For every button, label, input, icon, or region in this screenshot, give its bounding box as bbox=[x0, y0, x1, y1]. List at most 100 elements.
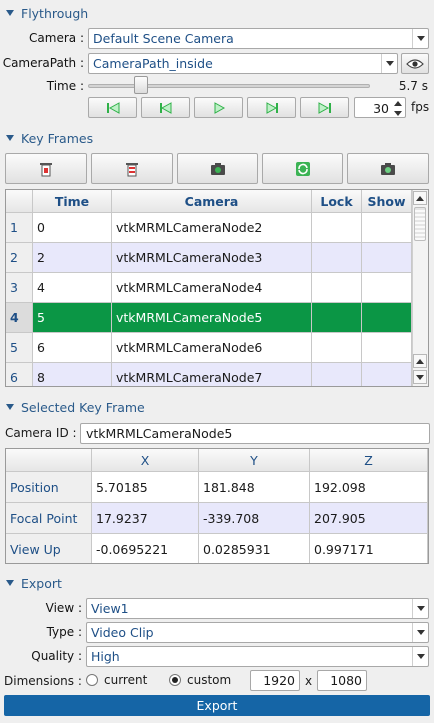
add-keyframe-button[interactable] bbox=[177, 153, 258, 184]
row-number[interactable]: 5 bbox=[6, 333, 33, 363]
radio-current[interactable]: current bbox=[86, 673, 147, 687]
show-cell[interactable] bbox=[362, 213, 412, 243]
fps-value: 30 bbox=[373, 101, 389, 116]
column-header-z[interactable]: Z bbox=[310, 449, 428, 472]
lock-cell[interactable] bbox=[312, 303, 362, 333]
fps-spinbox[interactable]: 30 bbox=[354, 97, 406, 118]
camera-cell[interactable]: vtkMRMLCameraNode3 bbox=[112, 243, 312, 273]
row-label: Position bbox=[6, 472, 92, 503]
radio-custom-indicator[interactable] bbox=[169, 674, 181, 686]
time-slider-handle[interactable] bbox=[133, 76, 148, 94]
x-cell[interactable]: -0.0695221 bbox=[92, 534, 199, 563]
play-button[interactable] bbox=[194, 97, 243, 118]
show-cell[interactable] bbox=[362, 363, 412, 386]
y-cell[interactable]: 0.0285931 bbox=[199, 534, 310, 563]
export-section-header[interactable]: Export bbox=[4, 575, 62, 591]
x-cell[interactable]: 17.9237 bbox=[92, 503, 199, 534]
delete-all-keyframes-icon bbox=[126, 162, 138, 176]
spin-down-icon[interactable] bbox=[391, 108, 405, 118]
delete-all-keyframes-button[interactable] bbox=[91, 153, 173, 184]
view-select[interactable]: View1 bbox=[86, 598, 429, 619]
type-select[interactable]: Video Clip bbox=[86, 622, 429, 643]
radio-custom-label: custom bbox=[187, 673, 232, 687]
lock-cell[interactable] bbox=[312, 213, 362, 243]
chevron-down-icon bbox=[412, 599, 428, 618]
time-cell[interactable]: 0 bbox=[33, 213, 112, 243]
spin-up-icon[interactable] bbox=[391, 98, 405, 108]
y-cell[interactable]: 181.848 bbox=[199, 472, 310, 503]
camera-id-label: Camera ID : bbox=[5, 426, 77, 440]
row-number[interactable]: 6 bbox=[6, 363, 33, 386]
time-cell[interactable]: 2 bbox=[33, 243, 112, 273]
quality-select[interactable]: High bbox=[86, 646, 429, 667]
time-label: Time : bbox=[46, 79, 84, 93]
column-header-show[interactable]: Show bbox=[362, 190, 412, 213]
column-header-lock[interactable]: Lock bbox=[312, 190, 362, 213]
update-keyframe-button[interactable] bbox=[262, 153, 343, 184]
camera-id-field[interactable]: vtkMRMLCameraNode5 bbox=[80, 423, 430, 444]
height-field[interactable]: 1080 bbox=[317, 670, 367, 691]
update-keyframe-icon bbox=[295, 161, 310, 176]
export-button[interactable]: Export bbox=[4, 695, 430, 716]
collapse-arrow-icon bbox=[6, 10, 14, 16]
snapshot-camera-icon bbox=[381, 162, 395, 175]
selected-keyframe-section-header[interactable]: Selected Key Frame bbox=[4, 399, 145, 415]
collapse-arrow-icon bbox=[6, 580, 14, 586]
camera-cell[interactable]: vtkMRMLCameraNode6 bbox=[112, 333, 312, 363]
z-cell[interactable]: 192.098 bbox=[310, 472, 428, 503]
flythrough-header-label: Flythrough bbox=[21, 5, 89, 21]
column-header-x[interactable]: X bbox=[92, 449, 199, 472]
flythrough-section-header[interactable]: Flythrough bbox=[4, 5, 88, 21]
row-number[interactable]: 3 bbox=[6, 273, 33, 303]
y-cell[interactable]: -339.708 bbox=[199, 503, 310, 534]
camera-select[interactable]: Default Scene Camera bbox=[88, 28, 429, 49]
time-cell[interactable]: 5 bbox=[33, 303, 112, 333]
skip-to-start-button[interactable] bbox=[88, 97, 137, 118]
radio-custom[interactable]: custom bbox=[169, 673, 231, 687]
camera-cell[interactable]: vtkMRMLCameraNode4 bbox=[112, 273, 312, 303]
time-cell[interactable]: 4 bbox=[33, 273, 112, 303]
delete-keyframe-button[interactable] bbox=[5, 153, 87, 184]
visibility-toggle-button[interactable] bbox=[401, 53, 429, 74]
keyframes-scrollbar[interactable] bbox=[412, 190, 428, 386]
keyframes-section-header[interactable]: Key Frames bbox=[4, 130, 93, 146]
z-cell[interactable]: 0.997171 bbox=[310, 534, 428, 563]
step-forward-button[interactable] bbox=[247, 97, 296, 118]
scroll-up-icon[interactable] bbox=[413, 191, 427, 205]
show-cell[interactable] bbox=[362, 333, 412, 363]
column-header-camera[interactable]: Camera bbox=[112, 190, 312, 213]
x-cell[interactable]: 5.70185 bbox=[92, 472, 199, 503]
row-number[interactable]: 2 bbox=[6, 243, 33, 273]
time-slider-track[interactable] bbox=[88, 84, 370, 88]
row-number[interactable]: 1 bbox=[6, 213, 33, 243]
show-cell[interactable] bbox=[362, 273, 412, 303]
lock-cell[interactable] bbox=[312, 333, 362, 363]
time-cell[interactable]: 8 bbox=[33, 363, 112, 386]
keyframes-header-label: Key Frames bbox=[21, 130, 94, 146]
snapshot-camera-button[interactable] bbox=[347, 153, 429, 184]
collapse-arrow-icon bbox=[6, 135, 14, 141]
lock-cell[interactable] bbox=[312, 243, 362, 273]
show-cell[interactable] bbox=[362, 303, 412, 333]
camera-cell[interactable]: vtkMRMLCameraNode5 bbox=[112, 303, 312, 333]
lock-cell[interactable] bbox=[312, 273, 362, 303]
camera-cell[interactable]: vtkMRMLCameraNode7 bbox=[112, 363, 312, 386]
skip-to-end-button[interactable] bbox=[300, 97, 349, 118]
radio-current-indicator[interactable] bbox=[86, 674, 98, 686]
z-cell[interactable]: 207.905 bbox=[310, 503, 428, 534]
scroll-down-icon[interactable] bbox=[413, 370, 427, 384]
lock-cell[interactable] bbox=[312, 363, 362, 386]
camera-cell[interactable]: vtkMRMLCameraNode2 bbox=[112, 213, 312, 243]
camerapath-select[interactable]: CameraPath_inside bbox=[88, 53, 398, 74]
view-select-value: View1 bbox=[91, 601, 129, 616]
step-back-button[interactable] bbox=[141, 97, 190, 118]
time-cell[interactable]: 6 bbox=[33, 333, 112, 363]
collapse-arrow-icon bbox=[6, 404, 14, 410]
row-number[interactable]: 4 bbox=[6, 303, 33, 333]
scrollbar-thumb[interactable] bbox=[414, 207, 426, 241]
scroll-up-icon[interactable] bbox=[413, 354, 427, 368]
column-header-y[interactable]: Y bbox=[199, 449, 310, 472]
width-field[interactable]: 1920 bbox=[250, 670, 300, 691]
column-header-time[interactable]: Time bbox=[33, 190, 112, 213]
show-cell[interactable] bbox=[362, 243, 412, 273]
